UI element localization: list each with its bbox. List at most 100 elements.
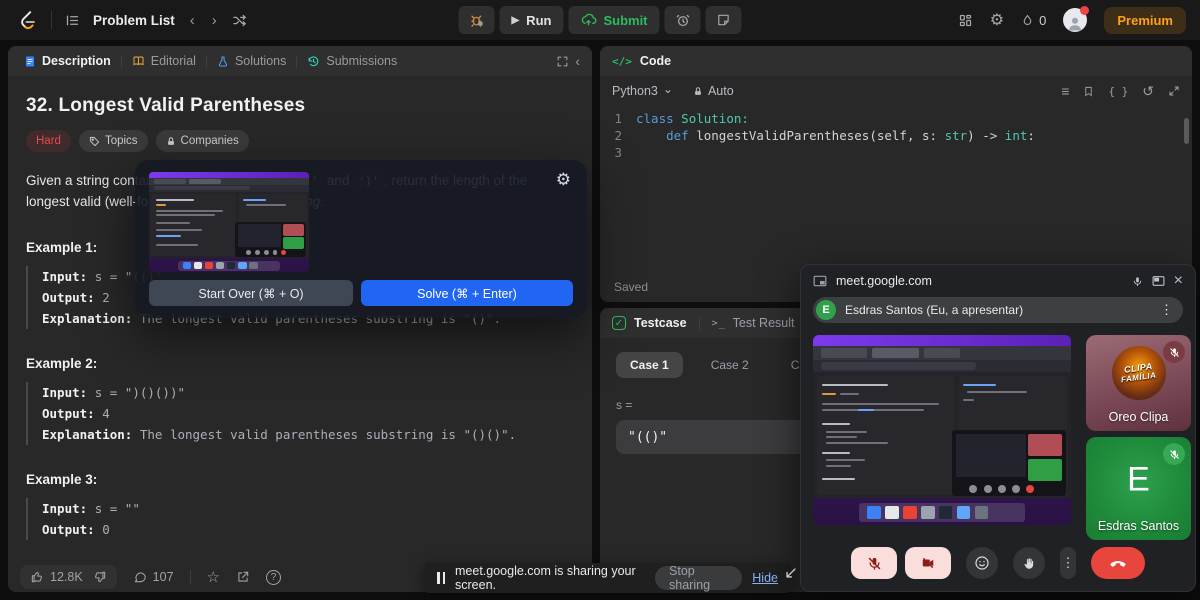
run-button[interactable]: ▶ Run — [499, 6, 563, 34]
raise-hand-button[interactable] — [1013, 547, 1045, 579]
participant-initial: E — [1127, 461, 1150, 500]
fullscreen-icon[interactable] — [1168, 85, 1180, 97]
shuffle-icon[interactable] — [232, 13, 247, 28]
tab-submissions-label: Submissions — [326, 54, 397, 68]
mic-muted-icon — [1163, 341, 1185, 363]
collapse-panel-icon[interactable]: ‹ — [575, 53, 580, 69]
mic-icon[interactable] — [1132, 275, 1143, 288]
streak-count: 0 — [1039, 13, 1046, 28]
assistant-overlay: ⚙ Start Over (⌘ + O) Solve (⌘ + Enter) — [135, 160, 587, 318]
play-icon: ▶ — [511, 15, 519, 26]
submit-button[interactable]: Submit — [568, 6, 659, 34]
share-icon — [236, 570, 250, 584]
case-2-tab[interactable]: Case 2 — [697, 352, 763, 378]
problem-list-icon[interactable] — [65, 13, 80, 28]
tab-editorial[interactable]: Editorial — [128, 54, 200, 68]
back-to-tab-icon[interactable] — [1152, 275, 1165, 287]
companies-badge[interactable]: Companies — [156, 130, 249, 152]
participant-name: Esdras Santos — [1086, 519, 1191, 533]
timer-button[interactable] — [665, 6, 701, 34]
tab-description-label: Description — [42, 54, 111, 68]
unmute-mic-button[interactable] — [851, 547, 897, 579]
mic-muted-icon — [1163, 443, 1185, 465]
braces-icon[interactable]: { } — [1108, 85, 1128, 98]
pause-bars-icon — [437, 572, 445, 584]
tab-submissions[interactable]: Submissions — [303, 54, 401, 68]
reset-code-icon[interactable]: ↺ — [1142, 83, 1154, 100]
close-icon[interactable]: × — [1174, 272, 1183, 290]
nav-divider — [51, 11, 52, 29]
hide-share-bar-link[interactable]: Hide — [752, 571, 778, 585]
participant-tile-esdras-santos[interactable]: E Esdras Santos — [1086, 437, 1191, 540]
more-options-button[interactable]: ⋮ — [1060, 547, 1076, 579]
start-over-button[interactable]: Start Over (⌘ + O) — [149, 280, 353, 306]
debugger-button[interactable] — [458, 6, 494, 34]
layout-grid-icon[interactable] — [958, 13, 973, 28]
notes-button[interactable] — [706, 6, 742, 34]
submissions-history-icon — [307, 55, 320, 68]
daily-streak[interactable]: 0 — [1021, 13, 1046, 28]
language-selector[interactable]: Python3 ⌄ — [612, 84, 673, 98]
mini-desktop-preview — [149, 172, 309, 272]
share-button[interactable] — [236, 570, 250, 584]
editor-scrollbar[interactable] — [1184, 118, 1189, 144]
tab-solutions[interactable]: Solutions — [213, 54, 290, 68]
test-result-label: Test Result — [733, 316, 795, 330]
settings-gear-icon[interactable]: ⚙ — [990, 10, 1004, 30]
flame-icon — [1021, 13, 1034, 28]
leave-call-button[interactable] — [1091, 547, 1145, 579]
autocomplete-toggle[interactable]: Auto — [693, 84, 734, 98]
favorite-button[interactable]: ☆ — [207, 568, 220, 586]
shared-screen-preview[interactable] — [813, 335, 1071, 525]
tab-test-result[interactable]: >_ Test Result — [712, 316, 795, 330]
presenter-menu-icon[interactable]: ⋮ — [1154, 302, 1179, 318]
problem-content: 32. Longest Valid Parentheses Hard Topic… — [8, 76, 592, 562]
solutions-flask-icon — [217, 55, 229, 68]
editorial-book-icon — [132, 55, 145, 67]
dislike-button[interactable] — [93, 570, 107, 584]
thumbs-up-icon — [30, 570, 44, 584]
case-1-tab[interactable]: Case 1 — [616, 352, 683, 378]
cloud-upload-icon — [580, 12, 596, 28]
topics-badge[interactable]: Topics — [79, 130, 148, 152]
tab-description[interactable]: Description — [20, 54, 115, 68]
screenshot-thumbnail — [149, 172, 309, 272]
participant-tile-oreo-clipa[interactable]: CLIPA FAMÍLIA Oreo Clipa — [1086, 335, 1191, 431]
description-doc-icon — [24, 55, 36, 68]
tab-separator — [699, 317, 700, 330]
thumbs-down-icon — [93, 570, 107, 584]
overlay-settings-gear-icon[interactable]: ⚙ — [556, 170, 571, 190]
solve-button[interactable]: Solve (⌘ + Enter) — [361, 280, 573, 306]
format-lines-icon[interactable]: ≡ — [1061, 83, 1069, 99]
comments-button[interactable]: 107 — [133, 570, 174, 584]
difficulty-badge[interactable]: Hard — [26, 130, 71, 152]
problem-list-label[interactable]: Problem List — [93, 13, 175, 28]
tab-solutions-label: Solutions — [235, 54, 286, 68]
next-problem-button[interactable]: › — [210, 12, 219, 29]
leetcode-logo[interactable] — [16, 9, 38, 31]
testcase-check-icon: ✓ — [612, 316, 626, 330]
stop-sharing-button[interactable]: Stop sharing — [655, 566, 742, 590]
help-button[interactable]: ? — [266, 570, 281, 585]
problem-panel-tabbar: Description Editorial Solutions Submissi… — [8, 46, 592, 76]
example-3-block: Input: s = "" Output: 0 — [26, 498, 574, 540]
prev-problem-button[interactable]: ‹ — [188, 12, 197, 29]
auto-label: Auto — [708, 84, 734, 98]
bookmark-icon[interactable] — [1083, 85, 1094, 98]
mini-desktop-shared — [813, 335, 1071, 525]
like-button[interactable]: 12.8K — [30, 570, 83, 584]
premium-button[interactable]: Premium — [1104, 7, 1186, 34]
question-icon: ? — [266, 570, 281, 585]
meet-resize-handle-icon[interactable] — [784, 566, 798, 580]
reactions-button[interactable] — [966, 547, 998, 579]
debug-bug-icon — [469, 13, 484, 28]
language-label: Python3 — [612, 84, 658, 98]
tab-testcase[interactable]: ✓ Testcase — [612, 316, 687, 330]
user-avatar[interactable] — [1063, 8, 1087, 32]
camera-on-button[interactable] — [905, 547, 951, 579]
notification-dot — [1080, 6, 1089, 15]
expand-panel-icon[interactable] — [556, 55, 569, 68]
code-editor[interactable]: 1class Solution: 2 def longestValidParen… — [600, 106, 1192, 161]
problem-title: 32. Longest Valid Parentheses — [26, 95, 574, 117]
presenter-pill[interactable]: E Esdras Santos (Eu, a apresentar) ⋮ — [813, 297, 1183, 323]
